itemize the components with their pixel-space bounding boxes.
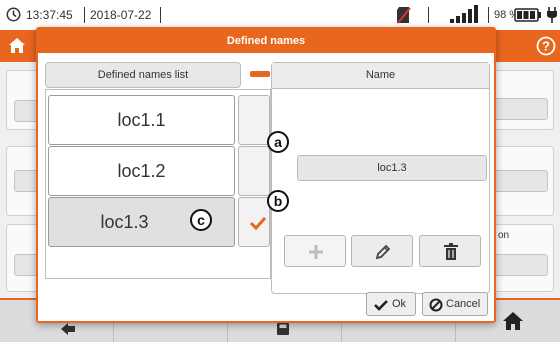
ok-button-label: Ok: [392, 298, 407, 310]
background-button: [492, 254, 548, 276]
sd-card-icon: [397, 7, 411, 24]
battery-icon: [514, 8, 541, 22]
signal-bars-icon: [450, 5, 478, 23]
save-icon[interactable]: [276, 322, 290, 336]
back-arrow-icon[interactable]: [60, 322, 76, 336]
status-separator: [428, 7, 429, 23]
add-button[interactable]: [284, 235, 346, 267]
list-item[interactable]: loc1.1: [48, 95, 235, 145]
edit-button[interactable]: [351, 235, 413, 267]
status-bar: 13:37:45 2018-07-22 98 %: [0, 0, 560, 30]
cancel-icon: [429, 298, 443, 312]
pencil-icon: [375, 244, 391, 260]
checkmark-icon: [250, 216, 266, 230]
list-item-label: loc1.2: [117, 161, 166, 181]
status-separator: [160, 7, 161, 23]
dialog-title: Defined names: [38, 29, 494, 53]
background-button: [492, 170, 548, 192]
list-item-action[interactable]: [238, 146, 270, 196]
list-item-label: loc1.3: [100, 212, 149, 232]
status-time: 13:37:45: [26, 8, 73, 22]
annotation-marker-c: c: [190, 209, 212, 231]
background-label: on: [498, 230, 510, 241]
cancel-button-label: Cancel: [446, 298, 481, 310]
svg-text:?: ?: [542, 39, 550, 54]
home-icon[interactable]: [8, 37, 26, 54]
status-separator: [488, 7, 489, 23]
list-header: Defined names list: [45, 62, 241, 88]
name-panel: Name loc1.3: [271, 62, 490, 294]
defined-names-dialog: Defined names Defined names list loc1.1 …: [36, 27, 496, 323]
checkmark-icon: [374, 300, 388, 311]
clock-icon: [6, 7, 21, 22]
annotation-marker-a: a: [267, 131, 289, 153]
trash-icon: [444, 243, 458, 260]
name-value-field[interactable]: loc1.3: [297, 155, 487, 181]
power-plug-icon: [547, 7, 557, 23]
delete-button[interactable]: [419, 235, 481, 267]
cancel-button[interactable]: Cancel: [422, 292, 488, 316]
status-date: 2018-07-22: [90, 8, 152, 22]
list-item-action[interactable]: [238, 95, 270, 145]
status-separator: [84, 7, 85, 23]
collapse-toggle-icon[interactable]: [250, 71, 270, 77]
ok-button[interactable]: Ok: [366, 292, 416, 316]
background-button: [492, 98, 548, 120]
list-item[interactable]: loc1.2: [48, 146, 235, 196]
home-icon[interactable]: [502, 310, 524, 332]
plus-icon: [309, 245, 323, 259]
list-item-label: loc1.1: [117, 110, 166, 130]
help-icon[interactable]: ?: [536, 36, 556, 56]
annotation-marker-b: b: [267, 190, 289, 212]
name-panel-header: Name: [272, 63, 489, 89]
